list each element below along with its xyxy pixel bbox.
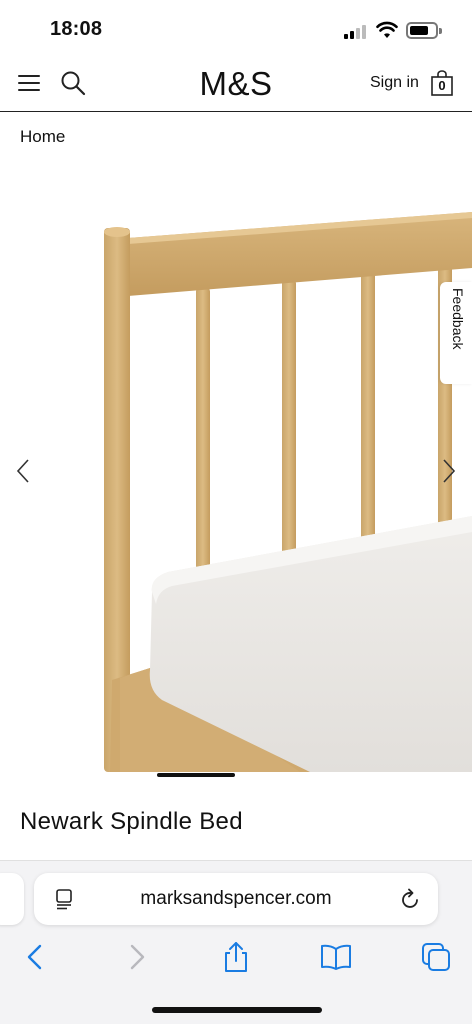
breadcrumb-home-link[interactable]: Home bbox=[20, 127, 65, 146]
site-header: M&S Sign in 0 bbox=[0, 60, 472, 112]
gallery-position-indicator bbox=[157, 773, 235, 777]
feedback-label: Feedback bbox=[450, 288, 466, 350]
previous-tab-peek[interactable] bbox=[0, 873, 24, 925]
chevron-right-icon[interactable] bbox=[438, 456, 458, 486]
feedback-tab[interactable]: Feedback bbox=[440, 282, 472, 384]
bookmarks-icon[interactable] bbox=[320, 941, 352, 973]
reload-icon[interactable] bbox=[400, 888, 422, 910]
browser-bottom-bar: marksandspencer.com bbox=[0, 860, 472, 1024]
tabs-icon[interactable] bbox=[420, 941, 452, 973]
cellular-signal-icon bbox=[344, 25, 368, 39]
forward-icon[interactable] bbox=[120, 941, 152, 973]
product-title: Newark Spindle Bed bbox=[20, 808, 243, 835]
shopping-bag-icon[interactable]: 0 bbox=[430, 70, 454, 96]
status-bar: 18:08 bbox=[0, 0, 472, 60]
battery-icon bbox=[406, 22, 442, 39]
share-icon[interactable] bbox=[220, 941, 252, 973]
breadcrumb: Home bbox=[20, 127, 65, 147]
chevron-left-icon[interactable] bbox=[14, 456, 34, 486]
logo-link[interactable]: M&S bbox=[199, 65, 272, 102]
product-image-gallery[interactable]: Feedback bbox=[0, 160, 472, 772]
home-indicator bbox=[152, 1007, 322, 1013]
sign-in-link[interactable]: Sign in bbox=[370, 74, 419, 92]
back-icon[interactable] bbox=[20, 941, 52, 973]
bag-count: 0 bbox=[438, 78, 446, 93]
wifi-icon bbox=[376, 21, 398, 38]
status-time: 18:08 bbox=[50, 18, 103, 40]
address-text: marksandspencer.com bbox=[140, 888, 332, 909]
browser-toolbar bbox=[0, 941, 472, 981]
product-image bbox=[104, 212, 472, 772]
address-bar[interactable]: marksandspencer.com bbox=[34, 873, 438, 925]
